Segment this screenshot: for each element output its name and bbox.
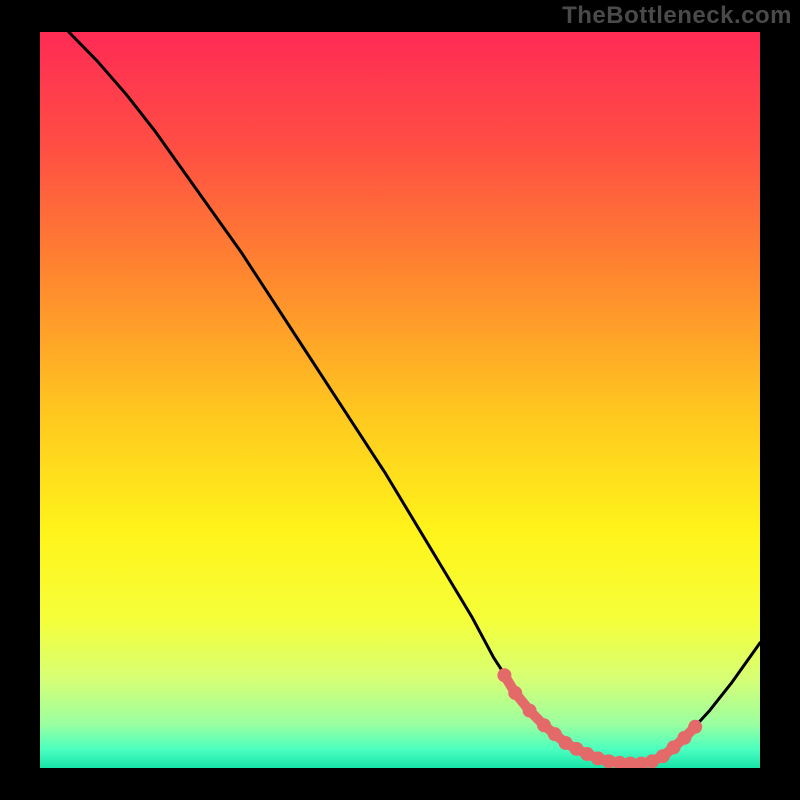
chart-plot-area <box>40 32 760 768</box>
chart-frame: TheBottleneck.com <box>0 0 800 800</box>
highlight-point <box>656 749 670 763</box>
chart-background <box>40 32 760 768</box>
highlight-point <box>523 704 537 718</box>
watermark-text: TheBottleneck.com <box>562 2 792 30</box>
highlight-point <box>548 727 562 741</box>
highlight-point <box>508 686 522 700</box>
highlight-point <box>537 718 551 732</box>
highlight-point <box>688 720 702 734</box>
highlight-point <box>497 668 511 682</box>
highlight-point <box>677 731 691 745</box>
highlight-point <box>667 740 681 754</box>
chart-svg <box>40 32 760 768</box>
